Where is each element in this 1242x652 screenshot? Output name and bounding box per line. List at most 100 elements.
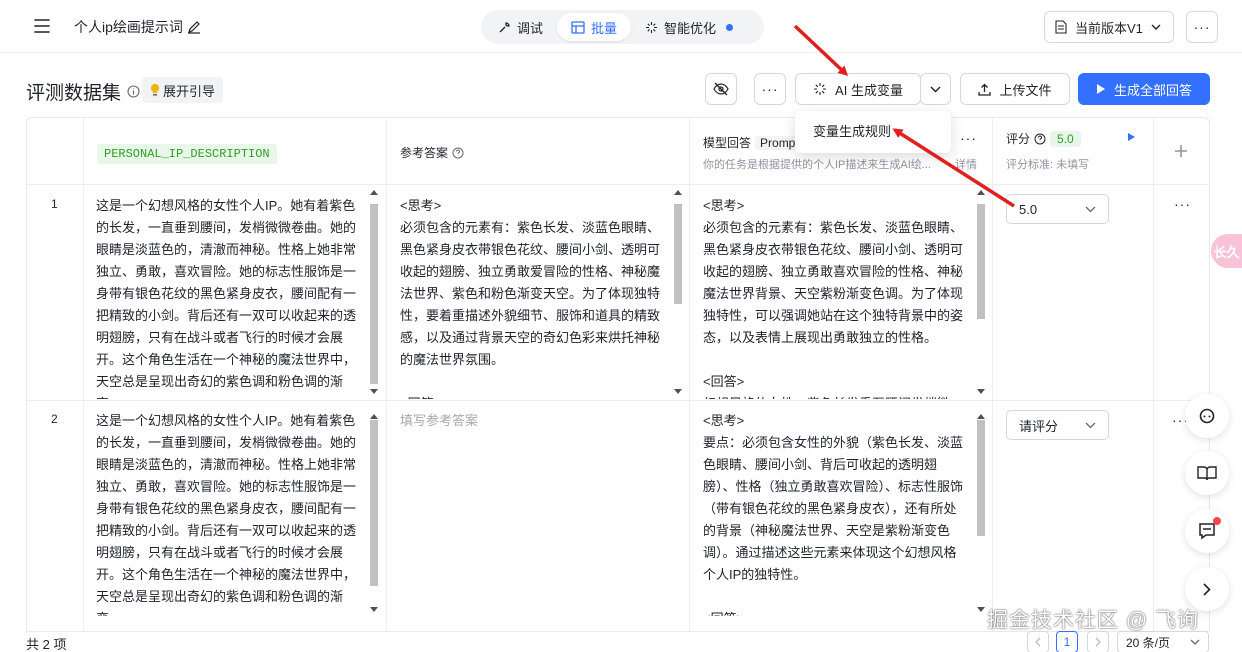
version-select[interactable]: 当前版本V1 xyxy=(1044,11,1174,43)
docs-button[interactable] xyxy=(1185,451,1229,495)
scrollbar[interactable] xyxy=(975,414,985,612)
model-answer-cell[interactable]: <思考> 要点：必须包含女性的外貌（紫色长发、淡蓝色眼睛、腰间小剑、背后可收起的… xyxy=(703,410,967,616)
section-title-text: 评测数据集 xyxy=(26,83,122,104)
chevron-right-icon xyxy=(1203,582,1211,596)
support-button[interactable] xyxy=(1185,394,1229,438)
variable-rule-menu-item[interactable]: 变量生成规则 xyxy=(799,115,947,149)
eye-off-icon xyxy=(713,82,729,96)
chevron-down-icon xyxy=(930,86,941,92)
doc-title[interactable]: 个人ip绘画提示词 xyxy=(74,17,201,37)
sparkle-icon xyxy=(814,83,827,95)
tab-smart-optimize[interactable]: 智能优化 xyxy=(631,13,747,41)
ai-generate-dropdown-menu: 变量生成规则 xyxy=(795,111,951,153)
scrollbar[interactable] xyxy=(368,190,378,394)
tab-debug-label: 调试 xyxy=(517,20,544,36)
ai-generate-variable-label: AI 生成变量 xyxy=(835,82,903,98)
notification-dot xyxy=(1213,517,1221,525)
chevron-down-icon xyxy=(1085,206,1096,212)
reference-placeholder[interactable]: 填写参考答案 xyxy=(400,410,664,440)
book-icon xyxy=(1197,466,1217,481)
section-title: 评测数据集 xyxy=(26,78,140,105)
row-more-icon[interactable]: ··· xyxy=(1174,196,1191,212)
description-cell[interactable]: 这是一个幻想风格的女性个人IP。她有着紫色的长发，一直垂到腰间，发梢微微卷曲。她… xyxy=(96,195,360,399)
watermark: 掘金技术社区 @ 飞询 xyxy=(987,609,1199,632)
more-button[interactable]: ··· xyxy=(754,73,786,105)
details-link[interactable]: 详情 xyxy=(955,156,977,172)
variable-tag[interactable]: PERSONAL_IP_DESCRIPTION xyxy=(97,144,277,164)
help-icon[interactable] xyxy=(452,147,464,159)
add-column-icon[interactable] xyxy=(1175,145,1187,157)
reference-header-label: 参考答案 xyxy=(400,146,449,160)
chevron-right-icon xyxy=(1095,637,1101,647)
chevron-down-icon xyxy=(1151,24,1161,30)
hide-button[interactable] xyxy=(705,73,737,105)
help-icon[interactable] xyxy=(1034,133,1046,145)
side-tab[interactable]: 长久 xyxy=(1211,234,1242,268)
chevron-down-icon xyxy=(1085,422,1096,428)
notification-dot xyxy=(726,23,734,31)
scrollbar[interactable] xyxy=(672,190,682,394)
reference-cell[interactable]: <思考> 必须包含的元素有：紫色长发、淡蓝色眼睛、黑色紧身皮衣带银色花纹、腰间小… xyxy=(400,195,664,399)
score-select-value: 5.0 xyxy=(1019,201,1038,217)
expand-guide-button[interactable]: 展开引导 xyxy=(142,77,224,103)
page-number[interactable]: 1 xyxy=(1056,631,1078,652)
lightbulb-icon xyxy=(150,83,160,96)
score-select-value: 请评分 xyxy=(1019,418,1059,434)
index-column xyxy=(27,118,84,631)
reference-header: 参考答案 xyxy=(400,144,464,161)
top-bar: 个人ip绘画提示词 调试 批量 智能优化 当前版本V1 ··· xyxy=(0,0,1242,53)
model-answer-subtitle-text: 你的任务是根据提供的个人IP描述来生成AI绘... xyxy=(703,159,931,171)
model-column-more-icon[interactable]: ··· xyxy=(960,130,977,146)
page-size-select[interactable]: 20 条/页 xyxy=(1117,631,1209,652)
row-index: 1 xyxy=(51,197,58,211)
next-page-button[interactable] xyxy=(1087,631,1109,652)
wrench-icon xyxy=(499,21,510,32)
tab-debug[interactable]: 调试 xyxy=(484,13,557,41)
tab-batch[interactable]: 批量 xyxy=(557,13,632,41)
scrollbar[interactable] xyxy=(368,414,378,612)
expand-guide-label: 展开引导 xyxy=(163,83,216,99)
model-answer-header: 模型回答 Promp xyxy=(703,134,801,151)
average-score-badge: 5.0 xyxy=(1050,130,1081,147)
model-answer-subtitle: 你的任务是根据提供的个人IP描述来生成AI绘... xyxy=(703,156,943,172)
score-header: 评分 5.0 xyxy=(1006,130,1081,147)
feedback-button[interactable] xyxy=(1185,509,1229,553)
tab-smart-optimize-label: 智能优化 xyxy=(664,20,717,36)
prev-page-button[interactable] xyxy=(1027,631,1049,652)
grid-icon xyxy=(571,20,585,34)
score-select[interactable]: 请评分 xyxy=(1006,410,1109,440)
ellipsis-icon: ··· xyxy=(761,81,779,97)
run-score-icon[interactable] xyxy=(1127,132,1136,142)
chevron-left-icon xyxy=(1035,637,1041,647)
ellipsis-icon: ··· xyxy=(1193,19,1211,35)
mode-tabs: 调试 批量 智能优化 xyxy=(481,10,764,44)
more-options-button[interactable]: ··· xyxy=(1186,11,1218,43)
model-answer-header-label: 模型回答 xyxy=(703,136,752,150)
edit-icon[interactable] xyxy=(187,20,201,34)
message-icon xyxy=(1199,523,1215,540)
generate-all-answers-button[interactable]: 生成全部回答 xyxy=(1078,73,1210,105)
prompt-tag[interactable]: Promp xyxy=(755,135,801,150)
generate-all-answers-label: 生成全部回答 xyxy=(1113,82,1192,98)
headset-icon xyxy=(1199,408,1215,424)
sparkle-icon xyxy=(646,21,658,33)
ai-generate-dropdown-toggle[interactable] xyxy=(920,73,951,105)
info-icon[interactable] xyxy=(127,85,140,98)
score-select[interactable]: 5.0 xyxy=(1006,194,1109,224)
play-icon xyxy=(1096,84,1105,94)
page-size-label: 20 条/页 xyxy=(1126,635,1171,650)
score-header-label: 评分 xyxy=(1006,132,1031,146)
description-cell[interactable]: 这是一个幻想风格的女性个人IP。她有着紫色的长发，一直垂到腰间，发梢微微卷曲。她… xyxy=(96,410,360,616)
document-icon xyxy=(1055,20,1067,34)
doc-title-text: 个人ip绘画提示词 xyxy=(74,19,183,35)
menu-icon[interactable] xyxy=(28,12,56,40)
ai-generate-variable-button[interactable]: AI 生成变量 xyxy=(795,73,921,105)
total-count: 共 2 项 xyxy=(26,637,67,652)
scrollbar[interactable] xyxy=(975,190,985,394)
row-index: 2 xyxy=(51,412,58,426)
model-answer-cell[interactable]: <思考> 必须包含的元素有：紫色长发、淡蓝色眼睛、黑色紧身皮衣带银色花纹、腰间小… xyxy=(703,195,967,399)
score-standard: 评分标准: 未填写 xyxy=(1006,159,1090,171)
upload-file-label: 上传文件 xyxy=(999,82,1052,98)
upload-file-button[interactable]: 上传文件 xyxy=(960,73,1070,105)
version-label: 当前版本V1 xyxy=(1075,20,1143,36)
